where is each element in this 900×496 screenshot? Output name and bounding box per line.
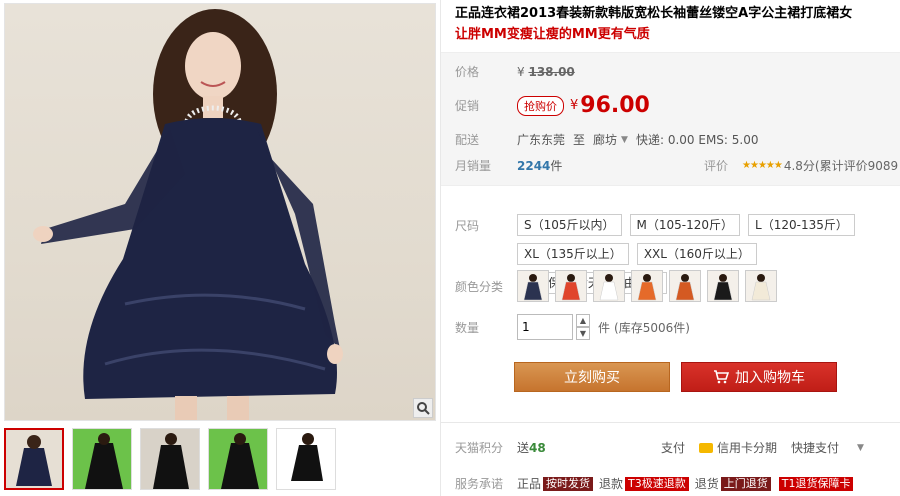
- service-refund: 退款: [599, 477, 624, 491]
- add-to-cart-label: 加入购物车: [735, 370, 805, 386]
- sales-count: 2244: [517, 158, 551, 173]
- price-panel: 价格 ¥ 138.00 促销 抢购价 ¥ 96.00 配送 广东东莞 至 廊坊 …: [441, 52, 900, 186]
- quantity-label: 数量: [455, 320, 480, 335]
- thumbnail-4[interactable]: [208, 428, 268, 490]
- service-tag-fast-refund[interactable]: T3极速退款: [625, 476, 689, 491]
- sales-row: 月销量 2244 件: [455, 157, 562, 174]
- chevron-down-icon[interactable]: ▼: [857, 443, 864, 453]
- thumbnail-5[interactable]: [276, 428, 336, 490]
- size-option-xl[interactable]: XL（135斤以上）: [517, 243, 629, 265]
- service-genuine: 正品: [517, 477, 542, 491]
- size-label: 尺码: [455, 219, 480, 233]
- rating-label: 评价: [704, 159, 729, 173]
- currency-symbol: ¥: [570, 98, 579, 113]
- product-subtitle: 让胖MM变瘦让瘦的MM更有气质: [455, 27, 650, 42]
- rating-score: 4.8分(累计评价9089: [783, 159, 899, 173]
- payment-options: 支付 信用卡分期 快捷支付 ▼: [661, 439, 878, 456]
- service-promises: 正品 按时发货 退款 T3极速退款 退货 上门退货 T1退货保障卡: [517, 475, 859, 492]
- quantity-unit: 件: [598, 320, 611, 335]
- cart-icon: [714, 370, 729, 384]
- points-value: 送48: [517, 441, 546, 455]
- stock-count: (库存5006件): [614, 320, 690, 335]
- size-option-l[interactable]: L（120-135斤）: [748, 214, 855, 236]
- quantity-row: 数量 ▲ ▼ 件 (库存5006件): [455, 314, 690, 340]
- magnifier-icon: [417, 402, 430, 415]
- decrement-icon[interactable]: ▼: [576, 327, 590, 340]
- stepper-buttons: ▲ ▼: [576, 314, 590, 340]
- service-return: 退货: [694, 477, 719, 491]
- shipping-label: 配送: [455, 133, 480, 147]
- bottom-info: 天猫积分 送48 支付 信用卡分期 快捷支付 ▼ 服务承诺 正品 按时发货 退款…: [441, 422, 900, 496]
- quick-pay-link[interactable]: 快捷支付: [791, 439, 839, 456]
- ship-destination[interactable]: 廊坊: [593, 131, 617, 148]
- promo-tag: 抢购价: [517, 95, 564, 116]
- price-label: 价格: [455, 65, 480, 79]
- credit-card-icon: [699, 442, 714, 453]
- service-tag-pickup[interactable]: 上门退货: [720, 476, 771, 491]
- service-tag-return-card[interactable]: T1退货保障卡: [778, 476, 854, 491]
- promo-row: 促销 抢购价 ¥ 96.00: [455, 93, 650, 118]
- ship-to-word: 至: [573, 133, 586, 147]
- dropdown-caret-icon[interactable]: ▼: [621, 135, 628, 145]
- original-price: ¥ 138.00: [517, 64, 575, 79]
- rating-block[interactable]: 评价 ★★★★★ 4.8分(累计评价9089: [704, 157, 898, 174]
- promo-label: 促销: [455, 99, 480, 113]
- color-swatch-6[interactable]: [707, 270, 739, 302]
- color-label: 颜色分类: [455, 279, 504, 294]
- star-rating-icon: ★★★★★: [742, 160, 783, 171]
- product-title: 正品连衣裙2013春装新款韩版宽松长袖蕾丝镂空A字公主裙打底裙女: [455, 6, 853, 21]
- service-label: 服务承诺: [455, 477, 504, 491]
- thumbnail-strip: [4, 428, 336, 490]
- shipping-fees: 快递: 0.00 EMS: 5.00: [635, 133, 759, 147]
- pay-label: 支付: [661, 441, 686, 455]
- size-option-s[interactable]: S（105斤以内）: [517, 214, 622, 236]
- increment-icon[interactable]: ▲: [576, 314, 590, 327]
- price-row: 价格 ¥ 138.00: [455, 63, 575, 80]
- points-row: 天猫积分 送48: [455, 439, 546, 456]
- service-row: 服务承诺 正品 按时发货 退款 T3极速退款 退货 上门退货 T1退货保障卡: [455, 475, 859, 492]
- service-tag-ontime[interactable]: 按时发货: [543, 476, 594, 491]
- color-swatch-1[interactable]: [517, 270, 549, 302]
- color-row: 颜色分类: [455, 270, 777, 302]
- ship-from: 广东东莞: [517, 133, 566, 147]
- sales-label: 月销量: [455, 159, 492, 173]
- quantity-input[interactable]: [517, 314, 573, 340]
- credit-installment-link[interactable]: 信用卡分期: [717, 439, 777, 456]
- product-gallery: [0, 0, 438, 496]
- size-option-m[interactable]: M（105-120斤）: [629, 214, 741, 236]
- color-swatch-2[interactable]: [555, 270, 587, 302]
- add-to-cart-button[interactable]: 加入购物车: [681, 362, 837, 392]
- main-product-image[interactable]: [4, 3, 436, 421]
- points-label: 天猫积分: [455, 441, 504, 455]
- color-swatches: [517, 270, 777, 302]
- color-swatch-7[interactable]: [745, 270, 777, 302]
- shipping-row: 配送 广东东莞 至 廊坊 ▼ 快递: 0.00 EMS: 5.00: [455, 131, 759, 148]
- zoom-button[interactable]: [413, 398, 433, 418]
- quantity-stepper: ▲ ▼ 件 (库存5006件): [517, 314, 690, 340]
- model-dress-illustration: [33, 9, 343, 420]
- thumbnail-2[interactable]: [72, 428, 132, 490]
- product-info: 正品连衣裙2013春装新款韩版宽松长袖蕾丝镂空A字公主裙打底裙女 让胖MM变瘦让…: [440, 0, 900, 496]
- thumbnail-3[interactable]: [140, 428, 200, 490]
- promo-price: 96.00: [580, 93, 650, 118]
- sales-unit: 件: [550, 159, 563, 173]
- color-swatch-4[interactable]: [631, 270, 663, 302]
- color-swatch-5[interactable]: [669, 270, 701, 302]
- size-option-xxl[interactable]: XXL（160斤以上）: [636, 243, 757, 265]
- thumbnail-1[interactable]: [4, 428, 64, 490]
- buy-now-button[interactable]: 立刻购买: [514, 362, 670, 392]
- color-swatch-3[interactable]: [593, 270, 625, 302]
